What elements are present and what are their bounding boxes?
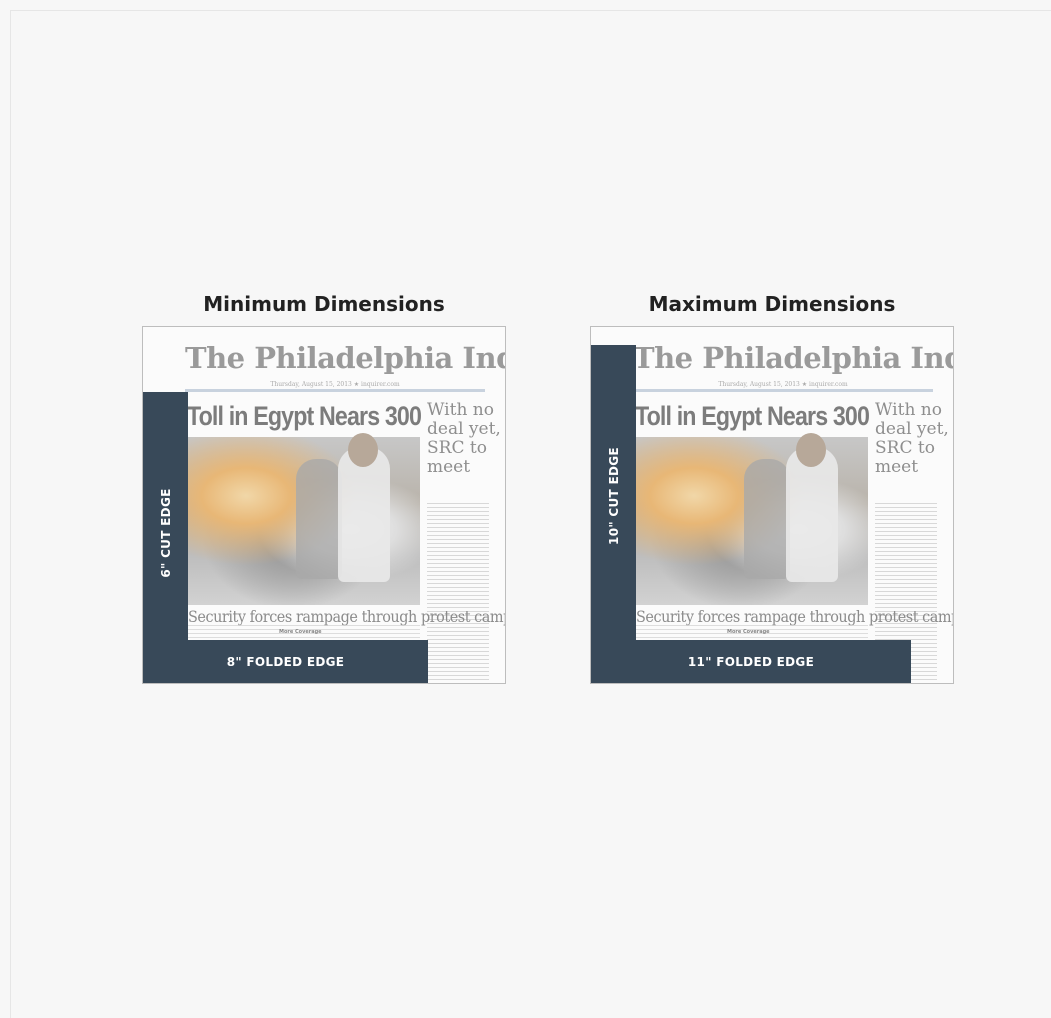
- folded-edge-bar: 8" FOLDED EDGE: [143, 640, 428, 683]
- newspaper-side-headline: With no deal yet, SRC to meet: [875, 400, 949, 477]
- dateline-rule: [185, 389, 485, 392]
- folded-edge-bar: 11" FOLDED EDGE: [591, 640, 911, 683]
- newspaper-dateline: Thursday, August 15, 2013 ★ inquirer.com: [270, 381, 400, 388]
- photo-figure: [786, 447, 838, 582]
- photo-figure-head: [796, 433, 826, 467]
- minimum-title: Minimum Dimensions: [203, 292, 445, 316]
- newspaper-headline: Toll in Egypt Nears 300: [635, 401, 870, 431]
- newspaper-photo: [188, 433, 420, 605]
- newspaper-more-coverage: More Coverage: [279, 629, 322, 635]
- photo-figure: [338, 447, 390, 582]
- newspaper-subheadline: Security forces rampage through protest …: [188, 607, 506, 626]
- dateline-rule: [633, 389, 933, 392]
- newspaper-text-column: [427, 503, 489, 683]
- photo-figure: [744, 459, 790, 579]
- newspaper-dateline: Thursday, August 15, 2013 ★ inquirer.com: [718, 381, 848, 388]
- maximum-dimensions-card: The Philadelphia Inquirer Thursday, Augu…: [590, 326, 954, 684]
- newspaper-more-coverage: More Coverage: [727, 629, 770, 635]
- cut-edge-label: 10" CUT EDGE: [607, 447, 621, 545]
- cut-edge-label: 6" CUT EDGE: [159, 488, 173, 578]
- maximum-title: Maximum Dimensions: [648, 292, 896, 316]
- newspaper-image: The Philadelphia Inquirer Thursday, Augu…: [591, 327, 953, 683]
- newspaper-masthead: The Philadelphia Inquirer: [633, 341, 953, 375]
- newspaper-masthead: The Philadelphia Inquirer: [185, 341, 505, 375]
- photo-figure-head: [348, 433, 378, 467]
- minimum-dimensions-card: The Philadelphia Inquirer Thursday, Augu…: [142, 326, 506, 684]
- cut-edge-bar: 10" CUT EDGE: [591, 345, 636, 683]
- newspaper-side-headline: With no deal yet, SRC to meet: [427, 400, 501, 477]
- newspaper-subheadline: Security forces rampage through protest …: [636, 607, 954, 626]
- newspaper-headline: Toll in Egypt Nears 300: [187, 401, 422, 431]
- photo-figure: [296, 459, 342, 579]
- folded-edge-label: 8" FOLDED EDGE: [226, 654, 345, 669]
- newspaper-image: The Philadelphia Inquirer Thursday, Augu…: [143, 327, 505, 683]
- newspaper-photo: [636, 433, 868, 605]
- folded-edge-label: 11" FOLDED EDGE: [687, 654, 815, 669]
